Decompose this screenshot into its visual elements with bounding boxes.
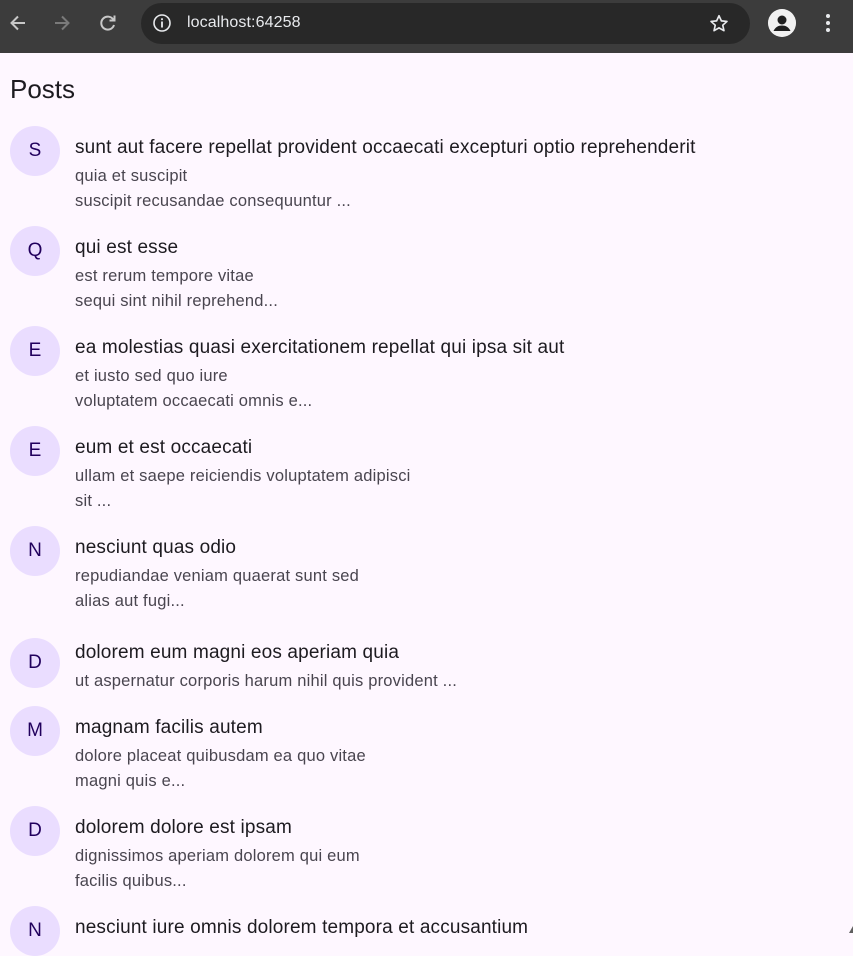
post-body-line: voluptatem occaecati omnis e...: [75, 392, 313, 410]
avatar: E: [10, 426, 60, 476]
scrollbar-arrow-icon[interactable]: [849, 926, 853, 933]
post-body-line: ut aspernatur corporis harum nihil quis …: [75, 672, 458, 690]
avatar: M: [10, 706, 60, 756]
avatar: E: [10, 326, 60, 376]
post-body-line: quia et suscipit: [75, 167, 188, 185]
avatar: Q: [10, 226, 60, 276]
post-body-line: suscipit recusandae consequuntur ...: [75, 192, 351, 210]
avatar: N: [10, 526, 60, 576]
browser-toolbar: localhost:64258: [0, 0, 853, 53]
post-title: dolorem eum magni eos aperiam quia: [75, 642, 400, 663]
avatar: S: [10, 126, 60, 176]
post-body-line: sequi sint nihil reprehend...: [75, 292, 279, 310]
avatar: D: [10, 806, 60, 856]
post-body-line: ullam et saepe reiciendis voluptatem adi…: [75, 467, 411, 485]
more-menu-icon[interactable]: [816, 9, 840, 37]
arrow-right-icon: [55, 15, 70, 31]
address-bar[interactable]: localhost:64258: [141, 3, 750, 44]
arrow-left-icon: [10, 15, 25, 31]
person-icon: [768, 9, 796, 37]
post-body: est rerum tempore vitae sequi sint nihil…: [75, 264, 278, 314]
post-body-line: repudiandae veniam quaerat sunt sed: [75, 567, 360, 585]
post-body: dolore placeat quibusdam ea quo vitae ma…: [75, 744, 366, 794]
post-body-line: alias aut fugi...: [75, 592, 185, 610]
post-title: nesciunt iure omnis dolorem tempora et a…: [75, 917, 529, 938]
avatar: N: [10, 906, 60, 956]
post-title: ea molestias quasi exercitationem repell…: [75, 337, 565, 358]
star-icon[interactable]: [708, 13, 730, 35]
post-title: eum et est occaecati: [75, 437, 253, 458]
back-button[interactable]: [2, 7, 34, 39]
post-body-line: magni quis e...: [75, 772, 186, 790]
post-body-line: dignissimos aperiam dolorem qui eum: [75, 847, 360, 865]
post-body-line: est rerum tempore vitae: [75, 267, 254, 285]
post-body: repudiandae veniam quaerat sunt sed alia…: [75, 564, 359, 614]
forward-button[interactable]: [46, 7, 78, 39]
post-body: dignissimos aperiam dolorem qui eum faci…: [75, 844, 360, 894]
post-body: ut aspernatur corporis harum nihil quis …: [75, 669, 457, 694]
post-title: sunt aut facere repellat provident occae…: [75, 137, 696, 158]
post-body-line: facilis quibus...: [75, 872, 187, 890]
post-body-line: et iusto sed quo iure: [75, 367, 228, 385]
post-body-line: sit ...: [75, 492, 112, 510]
post-title: qui est esse: [75, 237, 179, 258]
post-title: magnam facilis autem: [75, 717, 263, 738]
post-title: dolorem dolore est ipsam: [75, 817, 292, 838]
profile-avatar-icon[interactable]: [768, 9, 796, 37]
post-body-line: dolore placeat quibusdam ea quo vitae: [75, 747, 366, 765]
page-title: Posts: [10, 74, 76, 104]
info-icon[interactable]: [152, 13, 172, 33]
post-title: nesciunt quas odio: [75, 537, 237, 558]
post-body: quia et suscipit suscipit recusandae con…: [75, 164, 351, 214]
avatar: D: [10, 638, 60, 688]
post-body: ullam et saepe reiciendis voluptatem adi…: [75, 464, 411, 514]
reload-button[interactable]: [92, 7, 124, 39]
reload-icon: [100, 15, 116, 31]
post-body: et iusto sed quo iure voluptatem occaeca…: [75, 364, 312, 414]
url-text[interactable]: localhost:64258: [187, 14, 301, 32]
